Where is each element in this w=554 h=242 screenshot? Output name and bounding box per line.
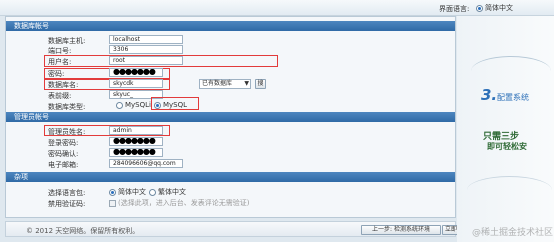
admin-name-label: 管理员姓名: [48, 128, 86, 136]
db-prefix-label: 表前缀: [48, 92, 72, 100]
lang-pack-label: 选择语言包: [48, 189, 86, 197]
interface-language-option[interactable]: 简体中文 [476, 3, 513, 13]
misc-section-header: 杂项 [6, 172, 455, 182]
db-type-mysql-text: MySQL [163, 101, 188, 109]
db-section-header: 数据库帐号 [6, 21, 455, 31]
decorative-curve [471, 56, 551, 86]
db-name-input[interactable]: skycdk [109, 79, 163, 88]
radio-icon[interactable] [116, 101, 123, 109]
captcha-checkbox-option[interactable]: (选择此项，进入后台、发表评论无需验证) [109, 198, 249, 208]
admin-section-header: 管理员帐号 [6, 112, 455, 122]
radio-icon[interactable] [109, 188, 116, 196]
radio-icon[interactable] [149, 188, 156, 196]
admin-confirm-input[interactable]: ●●●●●●● [109, 148, 163, 157]
captcha-hint: (选择此项，进入后台、发表评论无需验证) [118, 199, 250, 207]
admin-name-input[interactable]: admin [109, 126, 163, 135]
admin-confirm-label: 密码确认: [48, 150, 79, 158]
db-password-label: 密码: [48, 70, 65, 78]
prev-step-button[interactable]: 上一步: 检测系统环境 [361, 225, 441, 235]
db-host-input[interactable]: localhost [109, 35, 183, 44]
db-host-label: 数据库主机: [48, 37, 86, 45]
test-db-button[interactable]: 搜 [255, 79, 266, 89]
lang-pack-simplified-option[interactable]: 简体中文 [109, 187, 146, 197]
step-illustration: 3. 配置系统 只需三步 即可轻松安 [457, 16, 554, 242]
captcha-label: 禁用验证码: [48, 200, 86, 208]
copyright-text: © 2012 天空网络。保留所有权利。 [26, 227, 140, 235]
step-caption: 配置系统 [497, 93, 529, 102]
admin-password-label: 登录密码: [48, 139, 79, 147]
admin-email-label: 电子邮箱: [48, 161, 79, 169]
checkbox-icon[interactable] [109, 199, 116, 207]
radio-icon[interactable] [476, 4, 483, 12]
interface-language-label: 界面语言: [439, 5, 470, 13]
db-type-mysql-option[interactable]: MySQL [154, 101, 187, 109]
footer-bar: © 2012 天空网络。保留所有权利。 上一步: 检测系统环境 立即安装 [5, 221, 472, 237]
step-number: 3. [481, 86, 498, 104]
db-type-label: 数据库类型: [48, 103, 86, 111]
db-name-label: 数据库名: [48, 81, 79, 89]
radio-icon[interactable] [154, 101, 161, 109]
watermark: @稀土掘金技术社区 [472, 228, 554, 238]
decorative-curve [467, 176, 552, 204]
db-password-input[interactable]: ●●●●●●● [109, 68, 163, 77]
db-user-label: 用户名: [48, 58, 72, 66]
lang-pack-simplified-text: 简体中文 [118, 188, 146, 196]
admin-password-input[interactable]: ●●●●●●● [109, 137, 163, 146]
existing-db-select[interactable]: 已有数据库 ▼ [199, 79, 251, 89]
lang-pack-traditional-option[interactable]: 繁体中文 [149, 187, 186, 197]
promo-line-2: 即可轻松安 [487, 142, 527, 151]
chevron-down-icon: ▼ [244, 80, 249, 87]
db-port-input[interactable]: 3306 [109, 45, 183, 54]
interface-language-text: 简体中文 [485, 4, 513, 12]
admin-email-input[interactable]: 284096606@qq.com [109, 159, 183, 168]
db-type-mysqli-option[interactable]: MySQLi [116, 101, 151, 109]
lang-pack-traditional-text: 繁体中文 [158, 188, 186, 196]
top-bar: 界面语言: 简体中文 [0, 0, 554, 16]
install-form-panel: 数据库帐号 数据库主机: localhost 端口号: 3306 用户名: ro… [5, 16, 456, 218]
existing-db-select-text: 已有数据库 [202, 80, 233, 87]
db-user-input[interactable]: root [109, 56, 183, 65]
db-type-mysqli-text: MySQLi [125, 101, 151, 109]
